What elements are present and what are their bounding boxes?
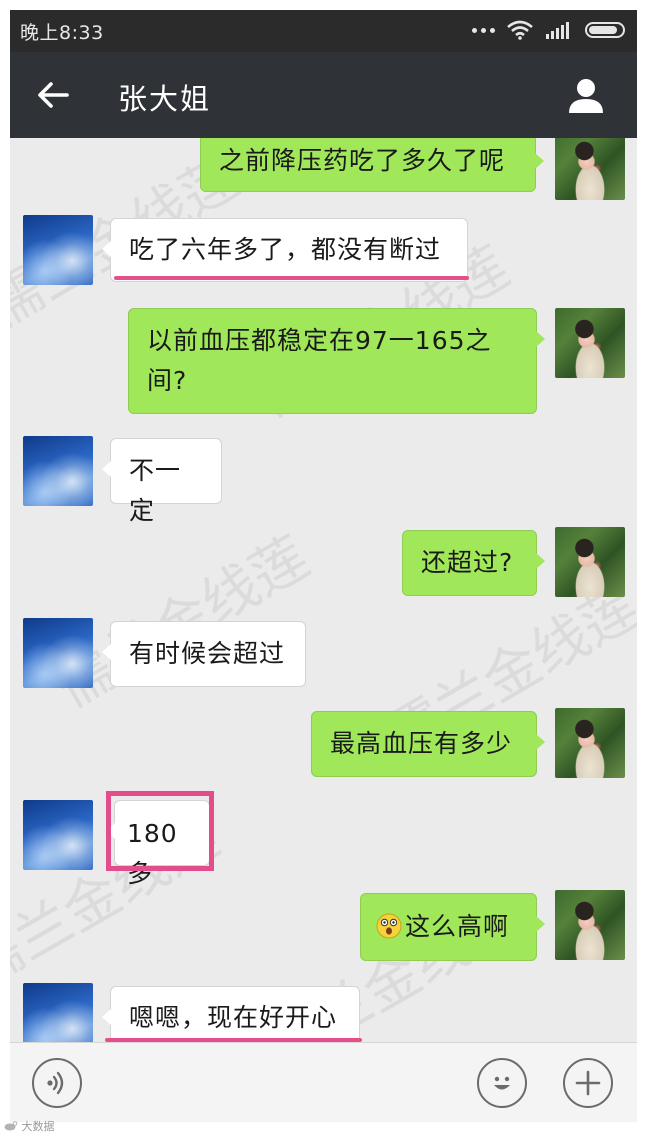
message-bubble-received[interactable]: 有时候会超过 [102,621,306,687]
weibo-logo-icon [4,1121,18,1131]
message-bubble-sent[interactable]: 最高血压有多少 [311,711,545,777]
message-bubble-sent[interactable]: 以前血压都稳定在97一165之 间? [128,308,545,414]
message-text: 不一定 [129,456,182,525]
message-bubble-sent[interactable]: 之前降压药吃了多久了呢 [200,138,544,192]
annotation-box [106,791,214,871]
status-time: 晚上8:33 [20,22,104,44]
wifi-icon [507,20,533,40]
message-text-line: 以前血压都稳定在97一165之 [147,326,492,355]
message-list[interactable]: 儒兰金线莲 儒兰金线莲 儒兰金线莲 儒兰金线莲 儒兰金线莲 儒兰金线莲 之前降压… [10,138,637,1042]
my-avatar[interactable] [555,708,625,778]
message-bubble-received[interactable]: 吃了六年多了，都没有断过 [102,218,468,282]
arrow-left-icon [38,82,69,108]
source-credit: 大数据 [4,1118,55,1134]
notification-dots-icon [472,27,495,33]
contact-avatar[interactable] [23,436,93,506]
credit-text: 大数据 [21,1120,55,1133]
chat-header: 张大姐 [10,52,637,138]
message-text-row: 这么高啊 [375,907,518,947]
message-text: 之前降压药吃了多久了呢 [219,146,506,175]
status-bar: 晚上8:33 [10,10,637,52]
contact-name: 张大姐 [118,82,212,116]
status-icons [472,20,625,40]
message-text: 最高血压有多少 [330,729,513,758]
message-bubble-sent[interactable]: 这么高啊 [360,893,545,961]
contact-avatar[interactable] [23,618,93,688]
person-icon [569,79,603,113]
contact-avatar[interactable] [23,800,93,870]
message-text: 这么高啊 [405,912,510,941]
my-avatar[interactable] [555,890,625,960]
message-text: 吃了六年多了，都没有断过 [129,235,442,264]
surprised-face-icon [376,913,402,939]
my-avatar[interactable] [555,308,625,378]
my-avatar[interactable] [555,527,625,597]
annotation-underline [114,276,469,280]
contact-avatar[interactable] [23,215,93,285]
signal-icon [546,22,569,39]
profile-button[interactable] [563,72,609,118]
contact-avatar[interactable] [23,983,93,1042]
input-bar [10,1042,637,1122]
plus-icon [575,1070,601,1096]
voice-icon [47,1071,64,1095]
back-button[interactable] [32,74,74,116]
voice-button[interactable] [32,1058,82,1108]
message-bubble-sent[interactable]: 还超过? [402,530,545,596]
more-button[interactable] [563,1058,613,1108]
message-bubble-received[interactable]: 嗯嗯，现在好开心 [102,986,360,1042]
message-text: 还超过? [421,548,514,577]
message-bubble-received[interactable]: 不一定 [102,438,222,525]
emoji-button[interactable] [477,1058,527,1108]
phone-screen: 晚上8:33 张大姐 儒兰金线莲 儒兰金线莲 儒兰金线莲 之前降压药吃了多久了呢… [10,10,637,1122]
message-text-line: 间? [147,366,188,395]
message-text: 嗯嗯，现在好开心 [129,1003,338,1032]
battery-icon [585,22,625,38]
my-avatar[interactable] [555,138,625,200]
emoji-smile-icon [494,1076,510,1090]
message-text: 有时候会超过 [129,639,286,668]
